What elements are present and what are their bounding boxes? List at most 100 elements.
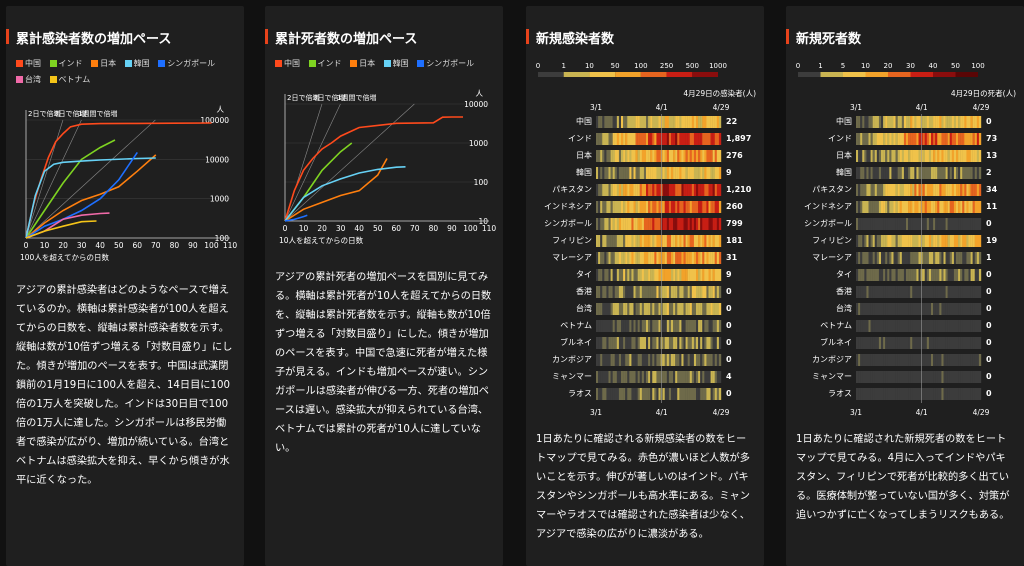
heatmap-cell bbox=[696, 303, 699, 315]
heatmap-cell bbox=[683, 150, 686, 162]
heatmap-cell bbox=[876, 133, 880, 145]
heatmap-cell bbox=[714, 218, 718, 230]
heatmap-cell bbox=[700, 116, 703, 128]
heatmap-cell bbox=[876, 167, 880, 179]
heatmap-cell bbox=[604, 218, 607, 230]
heatmap-cell bbox=[910, 218, 913, 230]
heatmap-cell bbox=[698, 133, 701, 145]
heatmap-cell bbox=[978, 235, 982, 247]
heatmap-cell bbox=[646, 303, 649, 315]
heatmap-cell bbox=[600, 354, 603, 366]
heatmap-cell bbox=[924, 354, 928, 366]
heatmap-cell bbox=[962, 116, 965, 128]
heatmap-cell bbox=[883, 252, 886, 264]
row-value: 1 bbox=[986, 253, 992, 262]
heatmap-cell bbox=[710, 269, 713, 281]
heatmap-cell bbox=[621, 167, 624, 179]
heatmap-cell bbox=[646, 337, 649, 349]
heatmap-cell bbox=[683, 218, 686, 230]
heatmap-cell bbox=[627, 184, 630, 196]
heatmap-cell bbox=[881, 354, 884, 366]
heatmap-cell bbox=[906, 286, 909, 298]
heatmap-cell bbox=[610, 116, 613, 128]
heatmap-cell bbox=[646, 218, 649, 230]
heatmap-cell bbox=[618, 167, 622, 179]
heatmap-cell bbox=[656, 388, 659, 400]
heatmap-cell bbox=[951, 337, 955, 349]
heatmap-cell bbox=[939, 286, 942, 298]
heatmap-cell bbox=[949, 337, 953, 349]
heatmap-cell bbox=[698, 320, 701, 332]
heatmap-cell bbox=[922, 201, 925, 213]
heatmap-cell bbox=[928, 133, 932, 145]
heatmap-cell bbox=[908, 354, 911, 366]
heatmap-cell bbox=[654, 354, 657, 366]
heatmap-cell bbox=[862, 201, 865, 213]
heatmap-cell bbox=[901, 201, 905, 213]
scale-tick-label: 1 bbox=[561, 62, 565, 70]
row-value: 0 bbox=[726, 355, 732, 364]
heatmap-cell bbox=[962, 167, 965, 179]
heatmap-cell bbox=[685, 371, 688, 383]
heatmap-cell bbox=[868, 269, 871, 281]
heatmap-cell bbox=[872, 116, 875, 128]
heatmap-cell bbox=[702, 354, 705, 366]
heatmap-cell bbox=[629, 388, 632, 400]
heatmap-cell bbox=[949, 116, 953, 128]
heatmap-cell bbox=[870, 150, 873, 162]
heatmap-cell bbox=[928, 167, 932, 179]
heatmap-cell bbox=[860, 286, 863, 298]
heatmap-cell bbox=[908, 252, 911, 264]
heatmap-cell bbox=[623, 116, 626, 128]
heatmap-cell bbox=[606, 218, 609, 230]
heatmap-cell bbox=[914, 337, 917, 349]
heatmap-cell bbox=[960, 184, 963, 196]
heatmap-cell bbox=[901, 303, 905, 315]
heatmap-cell bbox=[600, 286, 603, 298]
heatmap-cell bbox=[893, 371, 896, 383]
heatmap-cell bbox=[889, 252, 892, 264]
heatmap-cell bbox=[641, 218, 645, 230]
heatmap-cell bbox=[627, 320, 630, 332]
heatmap-cell bbox=[664, 167, 668, 179]
heatmap-cell bbox=[702, 167, 705, 179]
heatmap-cell bbox=[862, 354, 865, 366]
heatmap-cell bbox=[912, 320, 915, 332]
row-value: 9 bbox=[726, 270, 732, 279]
heatmap-cell bbox=[953, 354, 957, 366]
heatmap-cell bbox=[906, 252, 909, 264]
heatmap-cell bbox=[958, 388, 961, 400]
heatmap-cell bbox=[943, 235, 946, 247]
heatmap-cell bbox=[685, 388, 688, 400]
heatmap-cell bbox=[956, 388, 959, 400]
heatmap-cell bbox=[876, 371, 880, 383]
heatmap-cell bbox=[953, 218, 957, 230]
heatmap-cell bbox=[639, 133, 643, 145]
heatmap-cell bbox=[931, 184, 934, 196]
heatmap-cell bbox=[623, 371, 626, 383]
heatmap-cell bbox=[666, 184, 670, 196]
heatmap-cell bbox=[928, 269, 932, 281]
heatmap-cell bbox=[968, 252, 971, 264]
heatmap-cell bbox=[924, 320, 928, 332]
row-value: 0 bbox=[986, 338, 992, 347]
heatmap-cell bbox=[878, 354, 882, 366]
heatmap-cell bbox=[858, 218, 861, 230]
heatmap-cell bbox=[941, 167, 944, 179]
heatmap-cell bbox=[683, 303, 686, 315]
heatmap-cell bbox=[673, 150, 676, 162]
heatmap-cell bbox=[683, 337, 686, 349]
heatmap-cell bbox=[671, 184, 674, 196]
heatmap-cell bbox=[945, 167, 948, 179]
heatmap-cell bbox=[966, 150, 969, 162]
heatmap-cell bbox=[860, 150, 863, 162]
heatmap-cell bbox=[681, 235, 684, 247]
heatmap-cell bbox=[625, 269, 628, 281]
heatmap-cell bbox=[616, 320, 620, 332]
heatmap-cell bbox=[716, 354, 720, 366]
row-label: ベトナム bbox=[560, 321, 592, 330]
heatmap-cell bbox=[933, 235, 936, 247]
heatmap-cell bbox=[671, 286, 674, 298]
panel-new-cases: 新規感染者数 0 1 10 50 100 250 500 1000 4月29日の感染者(人) 3/… bbox=[526, 6, 764, 566]
heatmap-cell bbox=[924, 235, 928, 247]
